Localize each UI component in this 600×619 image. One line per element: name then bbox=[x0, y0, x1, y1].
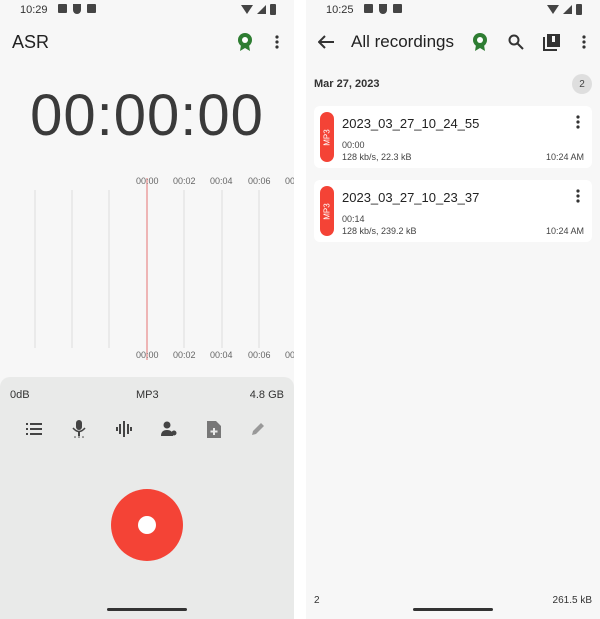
more-options-icon[interactable] bbox=[570, 188, 586, 204]
app-bar: ASR bbox=[0, 28, 294, 58]
screen-title: All recordings bbox=[351, 32, 454, 51]
list-icon[interactable] bbox=[24, 419, 44, 439]
shield-icon bbox=[73, 4, 81, 14]
library-icon[interactable] bbox=[539, 30, 563, 54]
recording-item[interactable]: MP3 2023_03_27_10_23_37 00:14 128 kb/s, … bbox=[314, 180, 592, 242]
wifi-icon bbox=[547, 5, 559, 14]
recording-name: 2023_03_27_10_24_55 bbox=[342, 116, 480, 131]
status-time: 10:25 bbox=[326, 4, 354, 16]
level-readout: 0dB bbox=[10, 389, 30, 401]
sd-card-icon bbox=[393, 4, 402, 13]
person-icon[interactable] bbox=[159, 419, 179, 439]
recording-timer: 00:00:00 bbox=[30, 83, 264, 148]
more-options-icon[interactable] bbox=[265, 30, 289, 54]
recording-name: 2023_03_27_10_23_37 bbox=[342, 190, 480, 205]
search-icon[interactable] bbox=[504, 30, 528, 54]
wave-tick-top: 00:02 bbox=[173, 176, 196, 186]
gesture-nav-bar[interactable] bbox=[413, 608, 493, 611]
status-time: 10:29 bbox=[20, 4, 48, 16]
recording-count: 2 bbox=[314, 595, 320, 606]
wave-tick-top: 00:08 bbox=[285, 176, 294, 186]
recording-meta: 128 kb/s, 22.3 kB bbox=[342, 152, 412, 162]
wave-tick-bottom: 00:02 bbox=[173, 350, 196, 360]
notification-icon bbox=[364, 4, 373, 13]
badge-icon[interactable] bbox=[468, 30, 492, 54]
shield-icon bbox=[379, 4, 387, 14]
file-add-icon[interactable] bbox=[204, 419, 224, 439]
wave-tick-bottom: 00:08 bbox=[285, 350, 294, 360]
wave-tick-top: 00:06 bbox=[248, 176, 271, 186]
badge-icon[interactable] bbox=[233, 30, 257, 54]
notification-icon bbox=[58, 4, 67, 13]
battery-icon bbox=[270, 4, 276, 15]
gesture-nav-bar[interactable] bbox=[107, 608, 187, 611]
waveform-display: 00:00 00:02 00:04 00:06 00:08 00:00 00:0… bbox=[34, 176, 294, 360]
recording-time: 10:24 AM bbox=[545, 226, 584, 236]
wifi-icon bbox=[241, 5, 253, 14]
date-group-header: Mar 27, 2023 2 bbox=[314, 74, 592, 94]
recording-time: 10:24 AM bbox=[545, 152, 584, 162]
app-bar: All recordings bbox=[306, 28, 600, 58]
wave-tick-bottom: 00:06 bbox=[248, 350, 271, 360]
app-title: ASR bbox=[12, 32, 50, 52]
recording-item[interactable]: MP3 2023_03_27_10_24_55 00:00 128 kb/s, … bbox=[314, 106, 592, 168]
total-size: 261.5 kB bbox=[552, 595, 592, 606]
format-badge: MP3 bbox=[320, 112, 334, 162]
signal-icon bbox=[563, 5, 572, 14]
format-readout: MP3 bbox=[136, 389, 159, 401]
wave-tick-top: 00:00 bbox=[136, 176, 159, 186]
recording-duration: 00:14 bbox=[342, 214, 365, 224]
recordings-screen: 10:25 All recordings Mar 27, 2023 2 MP3 … bbox=[306, 0, 600, 619]
wave-tick-top: 00:04 bbox=[210, 176, 233, 186]
status-bar: 10:25 bbox=[306, 0, 600, 20]
sd-card-icon bbox=[87, 4, 96, 13]
date-label: Mar 27, 2023 bbox=[314, 78, 380, 90]
record-button[interactable] bbox=[111, 489, 183, 561]
recorder-screen: 10:29 ASR 00:00:00 00:00 00:02 00:04 00:… bbox=[0, 0, 294, 619]
pencil-icon[interactable] bbox=[248, 419, 268, 439]
wave-tick-bottom: 00:04 bbox=[210, 350, 233, 360]
battery-icon bbox=[576, 4, 582, 15]
tool-row bbox=[12, 419, 282, 443]
record-dot-icon bbox=[138, 516, 156, 534]
free-space-readout: 4.8 GB bbox=[249, 389, 284, 401]
signal-icon bbox=[257, 5, 266, 14]
group-count-badge: 2 bbox=[572, 74, 592, 94]
recorder-control-panel: 0dB MP3 4.8 GB bbox=[0, 377, 294, 619]
recording-meta: 128 kb/s, 239.2 kB bbox=[342, 226, 417, 236]
format-badge: MP3 bbox=[320, 186, 334, 236]
status-bar: 10:29 bbox=[0, 0, 294, 20]
more-options-icon[interactable] bbox=[570, 114, 586, 130]
waveform-icon[interactable] bbox=[114, 419, 134, 439]
more-options-icon[interactable] bbox=[572, 30, 596, 54]
wave-tick-bottom: 00:00 bbox=[136, 350, 159, 360]
recording-duration: 00:00 bbox=[342, 140, 365, 150]
mic-icon[interactable] bbox=[69, 419, 89, 439]
back-arrow-icon[interactable] bbox=[314, 30, 338, 54]
